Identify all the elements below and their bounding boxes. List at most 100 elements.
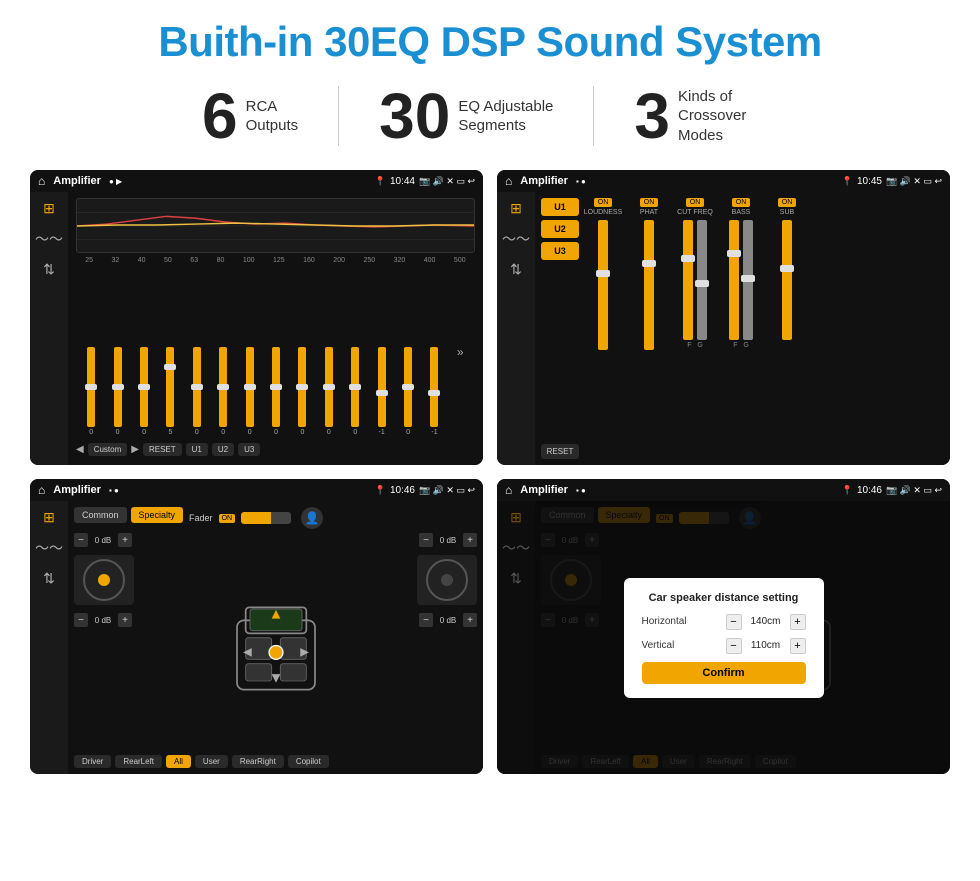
db-minus-4[interactable]: − [419,613,433,627]
eq-custom-button[interactable]: Custom [88,443,128,456]
dialog-horizontal-plus[interactable]: + [790,614,806,630]
profile-icon[interactable]: 👤 [301,507,323,529]
db-minus-3[interactable]: − [419,533,433,547]
crossover-time: 10:45 [857,176,882,187]
db-minus-2[interactable]: − [74,613,88,627]
speaker-btn-driver[interactable]: Driver [74,755,111,768]
eq-slider-4[interactable]: 5 [166,347,174,436]
stat-rca-label: RCA Outputs [246,97,299,136]
phat-on-badge: ON [640,198,659,207]
speaker-dialog-home-icon[interactable]: ⌂ [505,483,512,497]
eq-time: 10:44 [390,176,415,187]
eq-slider-9[interactable]: 0 [298,347,306,436]
speaker-plain-tab-specialty[interactable]: Specialty [131,507,184,523]
cutfreq-slider-f[interactable] [683,220,693,340]
speaker-btn-copilot[interactable]: Copilot [288,755,329,768]
stat-eq-number: 30 [379,84,450,148]
speaker-controls: − 0 dB + − [74,533,477,751]
cutfreq-label: CUT FREQ [677,209,713,216]
crossover-u1-button[interactable]: U1 [541,198,579,216]
eq-next-button[interactable]: ▶ [131,444,139,455]
crossover-sidebar-icon-2[interactable]: 〜〜 [502,229,530,249]
eq-curve-area [76,198,475,253]
crossover-left-sidebar: ⊞ 〜〜 ⇅ [497,192,535,465]
db-minus-1[interactable]: − [74,533,88,547]
eq-status-bar: ⌂ Amplifier ● ▶ 📍 10:44 📷 🔊 ✕ ▭ ↩ [30,170,483,192]
loudness-on-badge: ON [594,198,613,207]
fader-slider[interactable] [241,512,291,524]
db-plus-3[interactable]: + [463,533,477,547]
home-icon[interactable]: ⌂ [38,174,45,188]
screenshots-grid: ⌂ Amplifier ● ▶ 📍 10:44 📷 🔊 ✕ ▭ ↩ ⊞ 〜〜 ⇅ [30,170,950,774]
crossover-reset-button[interactable]: RESET [541,444,579,459]
eq-slider-14[interactable]: -1 [430,347,438,436]
speaker-dialog-time: 10:46 [857,485,882,496]
dialog-horizontal-row: Horizontal − 140cm + [642,614,806,630]
speaker-plain-status-icons: 📷 🔊 ✕ ▭ ↩ [419,485,475,496]
speaker-plain-tab-common[interactable]: Common [74,507,127,523]
eq-u2-button[interactable]: U2 [212,443,234,456]
eq-sidebar-icon-1[interactable]: ⊞ [43,200,55,217]
confirm-button[interactable]: Confirm [642,662,806,684]
eq-slider-8[interactable]: 0 [272,347,280,436]
eq-left-sidebar: ⊞ 〜〜 ⇅ [30,192,68,465]
bass-slider-g[interactable] [743,220,753,340]
eq-app-name: Amplifier [53,175,101,187]
eq-slider-12[interactable]: -1 [378,347,386,436]
eq-location-icon: 📍 [375,176,386,187]
speaker-plain-home-icon[interactable]: ⌂ [38,483,45,497]
dialog-horizontal-label: Horizontal [642,616,687,627]
eq-slider-5[interactable]: 0 [193,347,201,436]
db-row-1: − 0 dB + [74,533,164,547]
speaker-dialog-status-icons: 📷 🔊 ✕ ▭ ↩ [886,485,942,496]
eq-sidebar-icon-3[interactable]: ⇅ [43,261,55,278]
loudness-slider[interactable] [598,220,608,350]
crossover-screen: ⌂ Amplifier ▪ ● 📍 10:45 📷 🔊 ✕ ▭ ↩ ⊞ 〜〜 ⇅… [497,170,950,465]
dialog-horizontal-minus[interactable]: − [726,614,742,630]
eq-scroll-right-icon[interactable]: » [457,345,464,359]
eq-slider-10[interactable]: 0 [325,347,333,436]
eq-slider-11[interactable]: 0 [351,347,359,436]
dialog-vertical-plus[interactable]: + [790,638,806,654]
speaker-btn-all[interactable]: All [166,755,191,768]
crossover-home-icon[interactable]: ⌂ [505,174,512,188]
speaker-btn-rearleft[interactable]: RearLeft [115,755,162,768]
dialog-vertical-controls: − 110cm + [726,638,806,654]
cutfreq-slider-g[interactable] [697,220,707,340]
eq-slider-3[interactable]: 0 [140,347,148,436]
speaker-btn-rearright[interactable]: RearRight [232,755,284,768]
speaker-left-panel: − 0 dB + − [74,533,164,751]
eq-slider-6[interactable]: 0 [219,347,227,436]
speaker-plain-sidebar-icon-3[interactable]: ⇅ [43,570,55,587]
bass-slider-f[interactable] [729,220,739,340]
cutfreq-on-badge: ON [686,198,705,207]
crossover-sidebar-icon-3[interactable]: ⇅ [510,261,522,278]
eq-reset-button[interactable]: RESET [143,443,182,456]
eq-prev-button[interactable]: ◀ [76,444,84,455]
car-diagram [170,533,381,751]
crossover-u3-button[interactable]: U3 [541,242,579,260]
speaker-btn-user[interactable]: User [195,755,228,768]
crossover-sidebar-icon-1[interactable]: ⊞ [510,200,522,217]
eq-u1-button[interactable]: U1 [186,443,208,456]
eq-sidebar-icon-2[interactable]: 〜〜 [35,229,63,249]
speaker-plain-sidebar-icon-1[interactable]: ⊞ [43,509,55,526]
speaker-plain-status-bar: ⌂ Amplifier ▪ ● 📍 10:46 📷 🔊 ✕ ▭ ↩ [30,479,483,501]
sub-slider[interactable] [782,220,792,340]
crossover-u2-button[interactable]: U2 [541,220,579,238]
dialog-horizontal-controls: − 140cm + [726,614,806,630]
eq-sliders-area: 0 0 0 5 [76,268,475,436]
db-plus-1[interactable]: + [118,533,132,547]
eq-slider-1[interactable]: 0 [87,347,95,436]
eq-u3-button[interactable]: U3 [238,443,260,456]
speaker-diagram-circle-right [417,555,477,605]
db-plus-4[interactable]: + [463,613,477,627]
eq-slider-13[interactable]: 0 [404,347,412,436]
db-plus-2[interactable]: + [118,613,132,627]
eq-slider-7[interactable]: 0 [246,347,254,436]
dialog-vertical-minus[interactable]: − [726,638,742,654]
eq-slider-2[interactable]: 0 [114,347,122,436]
speaker-plain-sidebar-icon-2[interactable]: 〜〜 [35,538,63,558]
stat-eq-label: EQ Adjustable Segments [458,97,553,136]
phat-slider[interactable] [644,220,654,350]
